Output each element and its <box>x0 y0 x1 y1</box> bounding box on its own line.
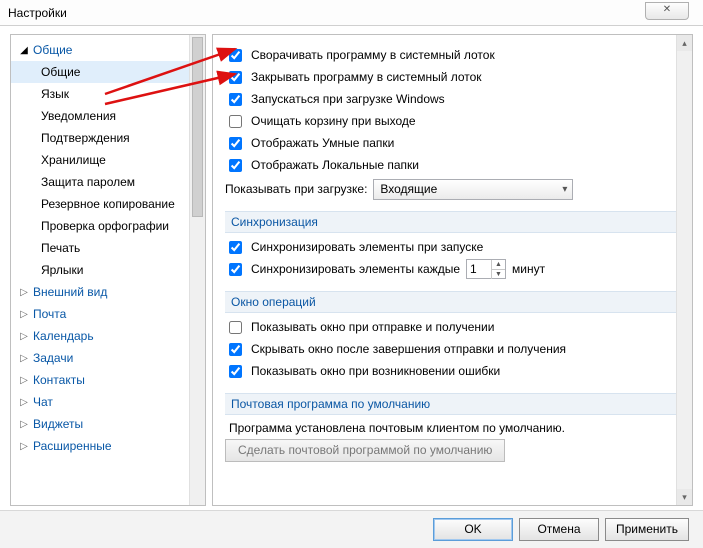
titlebar: Настройки ✕ <box>0 0 703 26</box>
sidebar-item-label: Ярлыки <box>41 263 84 277</box>
sidebar-item-label: Печать <box>41 241 80 255</box>
sidebar-item-0[interactable]: ◢ Общие <box>11 39 205 61</box>
sync-opt-checkbox-0[interactable] <box>229 241 242 254</box>
triangle-right-icon: ▷ <box>19 441 29 452</box>
general-opt-checkbox-0[interactable] <box>229 49 242 62</box>
sidebar-item-9[interactable]: Печать <box>11 237 205 259</box>
apply-button[interactable]: Применить <box>605 518 689 541</box>
sidebar-item-11[interactable]: ▷ Внешний вид <box>11 281 205 303</box>
sidebar-item-7[interactable]: Резервное копирование <box>11 193 205 215</box>
close-button[interactable]: ✕ <box>645 2 689 20</box>
general-opt-label-3: Очищать корзину при выходе <box>251 114 416 128</box>
triangle-right-icon: ▷ <box>19 309 29 320</box>
spinner-up-icon[interactable]: ▲ <box>491 260 505 270</box>
panel-scrollbar[interactable]: ▴ ▾ <box>676 35 692 505</box>
sidebar-item-label: Внешний вид <box>33 285 107 299</box>
sidebar-item-5[interactable]: Хранилище <box>11 149 205 171</box>
triangle-right-icon: ▷ <box>19 375 29 386</box>
triangle-right-icon: ▷ <box>19 397 29 408</box>
general-opt-label-1: Закрывать программу в системный лоток <box>251 70 482 84</box>
general-opt-checkbox-4[interactable] <box>229 137 242 150</box>
section-sync-header: Синхронизация <box>225 211 676 233</box>
startup-show-label: Показывать при загрузке: <box>225 182 367 196</box>
sidebar-item-label: Резервное копирование <box>41 197 175 211</box>
settings-panel: Сворачивать программу в системный лоток З… <box>212 34 693 506</box>
sidebar-item-16[interactable]: ▷ Чат <box>11 391 205 413</box>
startup-folder-combo[interactable]: Входящие <box>373 179 573 200</box>
sync-every-checkbox[interactable] <box>229 263 242 276</box>
opwin-opt-label-0: Показывать окно при отправке и получении <box>251 320 494 334</box>
window-title: Настройки <box>8 6 67 20</box>
scroll-up-icon[interactable]: ▴ <box>677 35 692 51</box>
general-opt-label-4: Отображать Умные папки <box>251 136 394 150</box>
sidebar-item-label: Контакты <box>33 373 85 387</box>
sidebar-item-label: Подтверждения <box>41 131 130 145</box>
scroll-down-icon[interactable]: ▾ <box>677 489 692 505</box>
defaultmail-status: Программа установлена почтовым клиентом … <box>229 421 676 435</box>
triangle-down-icon: ◢ <box>19 45 29 56</box>
sidebar-item-label: Задачи <box>33 351 73 365</box>
spinner-down-icon[interactable]: ▼ <box>491 270 505 279</box>
opwin-opt-label-1: Скрывать окно после завершения отправки … <box>251 342 566 356</box>
sidebar-item-12[interactable]: ▷ Почта <box>11 303 205 325</box>
sidebar-item-4[interactable]: Подтверждения <box>11 127 205 149</box>
general-opt-checkbox-3[interactable] <box>229 115 242 128</box>
sidebar-item-label: Защита паролем <box>41 175 135 189</box>
general-opt-label-2: Запускаться при загрузке Windows <box>251 92 445 106</box>
sidebar-item-18[interactable]: ▷ Расширенные <box>11 435 205 457</box>
opwin-opt-checkbox-1[interactable] <box>229 343 242 356</box>
sync-every-label-post: минут <box>512 262 545 276</box>
sync-opt-label-0: Синхронизировать элементы при запуске <box>251 240 483 254</box>
sidebar-item-label: Чат <box>33 395 53 409</box>
sidebar-item-1[interactable]: Общие <box>11 61 205 83</box>
opwin-opt-checkbox-2[interactable] <box>229 365 242 378</box>
triangle-right-icon: ▷ <box>19 287 29 298</box>
cancel-button[interactable]: Отмена <box>519 518 599 541</box>
section-opwin-header: Окно операций <box>225 291 676 313</box>
sidebar-item-2[interactable]: Язык <box>11 83 205 105</box>
sidebar-item-3[interactable]: Уведомления <box>11 105 205 127</box>
sidebar-item-13[interactable]: ▷ Календарь <box>11 325 205 347</box>
sidebar-item-label: Календарь <box>33 329 94 343</box>
triangle-right-icon: ▷ <box>19 331 29 342</box>
triangle-right-icon: ▷ <box>19 419 29 430</box>
sidebar-item-label: Общие <box>33 43 72 57</box>
general-opt-checkbox-1[interactable] <box>229 71 242 84</box>
opwin-opt-label-2: Показывать окно при возникновении ошибки <box>251 364 500 378</box>
sidebar-item-14[interactable]: ▷ Задачи <box>11 347 205 369</box>
general-opt-checkbox-5[interactable] <box>229 159 242 172</box>
sidebar-scrollbar[interactable] <box>189 35 205 505</box>
triangle-right-icon: ▷ <box>19 353 29 364</box>
sidebar-item-label: Хранилище <box>41 153 106 167</box>
general-opt-label-5: Отображать Локальные папки <box>251 158 419 172</box>
sidebar-item-15[interactable]: ▷ Контакты <box>11 369 205 391</box>
close-icon: ✕ <box>663 4 671 15</box>
sidebar-item-6[interactable]: Защита паролем <box>11 171 205 193</box>
section-defaultmail-header: Почтовая программа по умолчанию <box>225 393 676 415</box>
sidebar-item-label: Виджеты <box>33 417 83 431</box>
sidebar-item-label: Почта <box>33 307 66 321</box>
settings-sidebar: ◢ Общие Общие Язык Уведомления Подтверждения Х… <box>10 34 206 506</box>
sync-interval-spinner[interactable]: ▲▼ <box>466 259 506 279</box>
sidebar-item-label: Уведомления <box>41 109 116 123</box>
sidebar-item-8[interactable]: Проверка орфографии <box>11 215 205 237</box>
sidebar-item-10[interactable]: Ярлыки <box>11 259 205 281</box>
sync-interval-input[interactable] <box>467 260 491 278</box>
sidebar-item-17[interactable]: ▷ Виджеты <box>11 413 205 435</box>
ok-button[interactable]: OK <box>433 518 513 541</box>
opwin-opt-checkbox-0[interactable] <box>229 321 242 334</box>
sidebar-item-label: Проверка орфографии <box>41 219 169 233</box>
dialog-footer: OK Отмена Применить <box>0 510 703 548</box>
sidebar-item-label: Расширенные <box>33 439 112 453</box>
sidebar-item-label: Язык <box>41 87 69 101</box>
make-default-mail-button[interactable]: Сделать почтовой программой по умолчанию <box>225 439 505 462</box>
sync-every-label-pre: Синхронизировать элементы каждые <box>251 262 460 276</box>
general-opt-label-0: Сворачивать программу в системный лоток <box>251 48 495 62</box>
sidebar-item-label: Общие <box>41 65 80 79</box>
general-opt-checkbox-2[interactable] <box>229 93 242 106</box>
